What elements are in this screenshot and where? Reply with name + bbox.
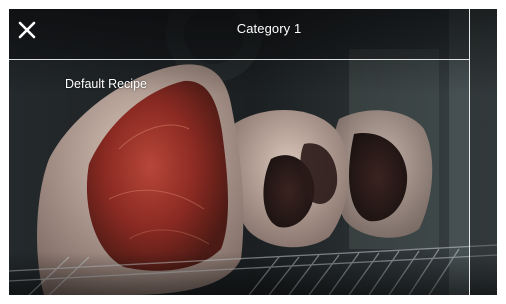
header-divider [9, 59, 469, 60]
page-title: Category 1 [236, 21, 302, 36]
right-side-panel [469, 9, 497, 295]
app-screen: Category 1 Default Recipe [9, 9, 497, 295]
vertical-divider [469, 9, 470, 295]
recipe-item-default[interactable]: Default Recipe [65, 77, 147, 91]
